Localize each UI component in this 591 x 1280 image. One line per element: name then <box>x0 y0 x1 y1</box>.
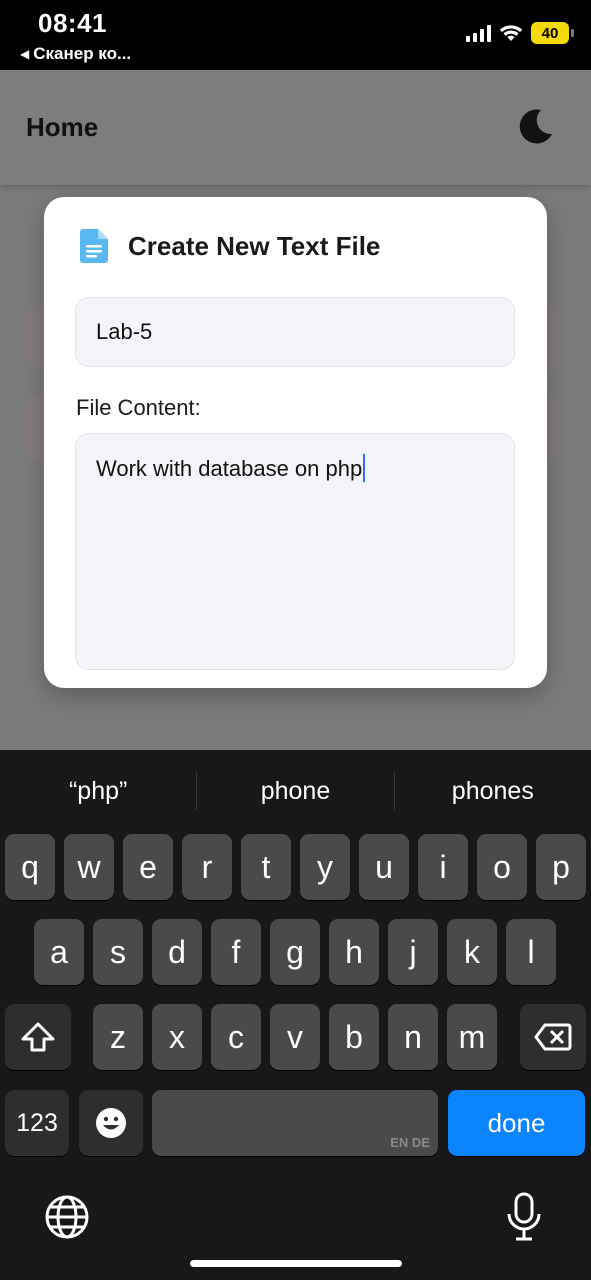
dialog-header: Create New Text File <box>80 229 380 263</box>
key-b[interactable]: b <box>329 1004 379 1070</box>
key-r[interactable]: r <box>182 834 232 900</box>
app-header: Home <box>0 70 591 185</box>
shift-icon <box>21 1022 55 1052</box>
status-bar: 08:41 ◀ Сканер ко... 40 <box>0 0 591 70</box>
suggestion-item[interactable]: “php” <box>0 777 196 806</box>
key-w[interactable]: w <box>64 834 114 900</box>
emoji-key[interactable] <box>79 1090 143 1156</box>
backspace-icon <box>534 1023 572 1051</box>
key-n[interactable]: n <box>388 1004 438 1070</box>
key-y[interactable]: y <box>300 834 350 900</box>
page-title: Home <box>26 112 99 142</box>
home-indicator[interactable] <box>190 1260 402 1267</box>
key-k[interactable]: k <box>447 919 497 985</box>
file-content-label: File Content: <box>76 395 201 420</box>
file-content-textarea[interactable]: Work with database on php <box>75 433 515 670</box>
key-d[interactable]: d <box>152 919 202 985</box>
key-j[interactable]: j <box>388 919 438 985</box>
suggestion-item[interactable]: phone <box>197 777 393 806</box>
status-time: 08:41 <box>38 8 107 38</box>
back-to-app-link[interactable]: ◀ Сканер ко... <box>20 44 131 64</box>
key-a[interactable]: a <box>34 919 84 985</box>
key-z[interactable]: z <box>93 1004 143 1070</box>
shift-key[interactable] <box>5 1004 71 1070</box>
key-e[interactable]: e <box>123 834 173 900</box>
language-hint: EN DE <box>390 1135 430 1150</box>
file-name-value: Lab-5 <box>96 319 153 344</box>
battery-indicator: 40 <box>531 22 574 44</box>
space-key[interactable]: EN DE <box>152 1090 438 1156</box>
moon-icon[interactable] <box>515 106 555 146</box>
key-m[interactable]: m <box>447 1004 497 1070</box>
wifi-icon <box>499 25 523 41</box>
emoji-icon <box>96 1108 126 1138</box>
done-key[interactable]: done <box>448 1090 585 1156</box>
key-t[interactable]: t <box>241 834 291 900</box>
key-g[interactable]: g <box>270 919 320 985</box>
create-file-dialog: Create New Text File Lab-5 File Content:… <box>44 197 547 688</box>
file-content-value: Work with database on php <box>96 456 363 481</box>
dialog-title: Create New Text File <box>128 230 381 261</box>
microphone-icon[interactable] <box>506 1192 542 1242</box>
key-c[interactable]: c <box>211 1004 261 1070</box>
key-u[interactable]: u <box>359 834 409 900</box>
suggestion-item[interactable]: phones <box>395 777 591 806</box>
key-s[interactable]: s <box>93 919 143 985</box>
delete-key[interactable] <box>520 1004 586 1070</box>
key-q[interactable]: q <box>5 834 55 900</box>
globe-icon[interactable] <box>44 1194 90 1240</box>
numbers-key[interactable]: 123 <box>5 1090 69 1156</box>
key-h[interactable]: h <box>329 919 379 985</box>
key-x[interactable]: x <box>152 1004 202 1070</box>
file-name-input[interactable]: Lab-5 <box>75 297 515 367</box>
file-text-icon <box>80 229 108 263</box>
back-arrow-icon: ◀ <box>20 47 30 61</box>
status-icons: 40 <box>466 22 574 44</box>
key-i[interactable]: i <box>418 834 468 900</box>
key-o[interactable]: o <box>477 834 527 900</box>
text-caret <box>363 454 366 482</box>
key-f[interactable]: f <box>211 919 261 985</box>
cellular-signal-icon <box>466 24 491 42</box>
suggestion-bar: “php” phone phones <box>0 750 591 832</box>
key-p[interactable]: p <box>536 834 586 900</box>
key-v[interactable]: v <box>270 1004 320 1070</box>
back-app-label: Сканер ко... <box>33 44 132 63</box>
key-l[interactable]: l <box>506 919 556 985</box>
